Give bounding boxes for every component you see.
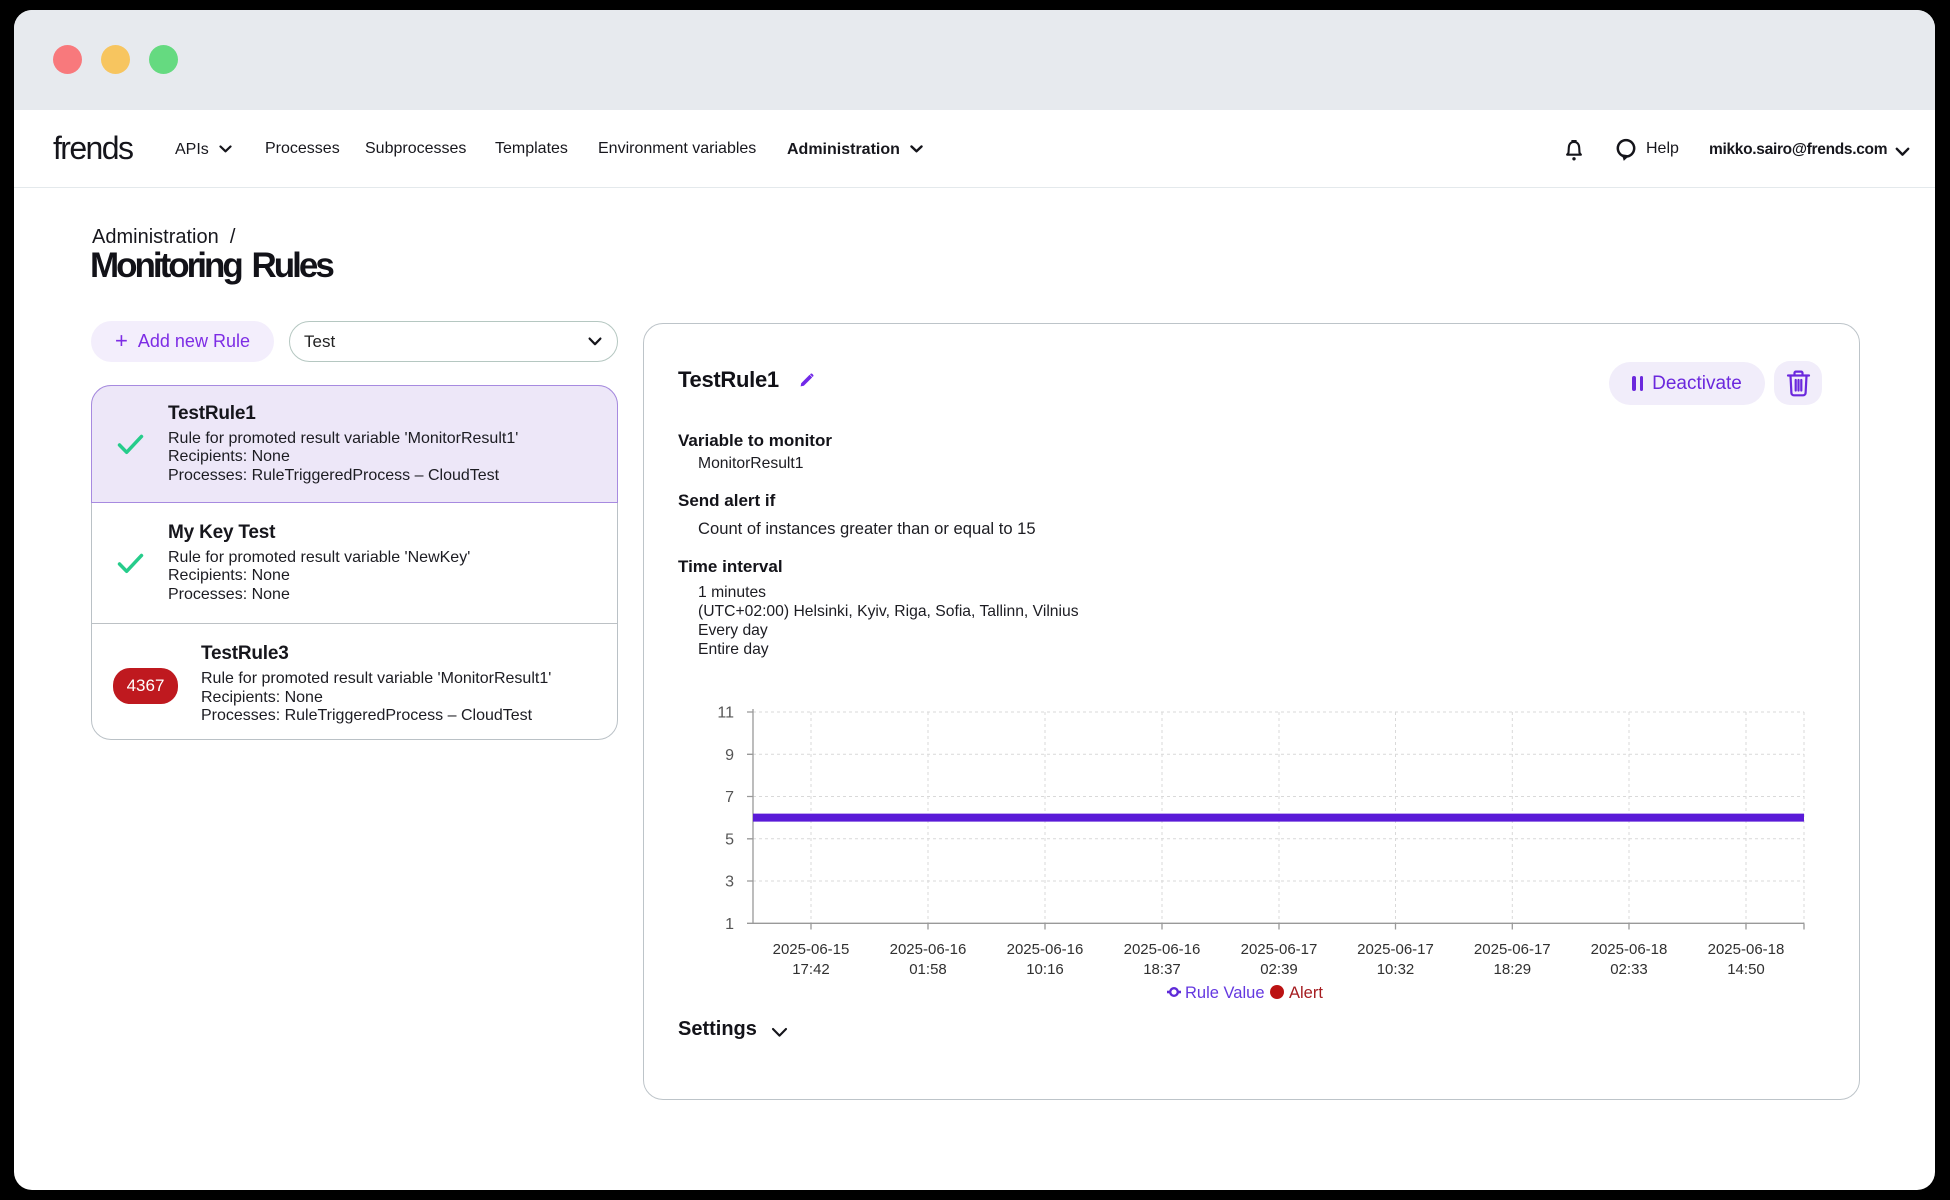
svg-text:2025-06-17: 2025-06-17 — [1357, 941, 1434, 958]
svg-text:7: 7 — [725, 789, 734, 806]
svg-text:2025-06-17: 2025-06-17 — [1241, 941, 1318, 958]
svg-text:2025-06-18: 2025-06-18 — [1591, 941, 1668, 958]
svg-text:5: 5 — [725, 831, 734, 848]
svg-text:9: 9 — [725, 747, 734, 764]
svg-text:01:58: 01:58 — [909, 961, 947, 978]
svg-text:18:37: 18:37 — [1143, 961, 1181, 978]
svg-text:1: 1 — [725, 916, 734, 933]
svg-text:10:32: 10:32 — [1377, 961, 1415, 978]
svg-text:2025-06-16: 2025-06-16 — [1007, 941, 1084, 958]
svg-text:3: 3 — [725, 874, 734, 891]
svg-text:10:16: 10:16 — [1026, 961, 1064, 978]
svg-text:Rule Value: Rule Value — [1185, 984, 1265, 1002]
svg-text:11: 11 — [717, 705, 734, 722]
svg-text:02:39: 02:39 — [1260, 961, 1298, 978]
svg-text:17:42: 17:42 — [792, 961, 830, 978]
svg-text:2025-06-15: 2025-06-15 — [773, 941, 850, 958]
svg-text:2025-06-16: 2025-06-16 — [890, 941, 967, 958]
svg-text:Alert: Alert — [1289, 984, 1323, 1002]
svg-text:2025-06-16: 2025-06-16 — [1124, 941, 1201, 958]
svg-text:18:29: 18:29 — [1494, 961, 1532, 978]
svg-text:2025-06-17: 2025-06-17 — [1474, 941, 1551, 958]
svg-text:02:33: 02:33 — [1610, 961, 1648, 978]
svg-text:2025-06-18: 2025-06-18 — [1708, 941, 1785, 958]
svg-text:14:50: 14:50 — [1727, 961, 1765, 978]
